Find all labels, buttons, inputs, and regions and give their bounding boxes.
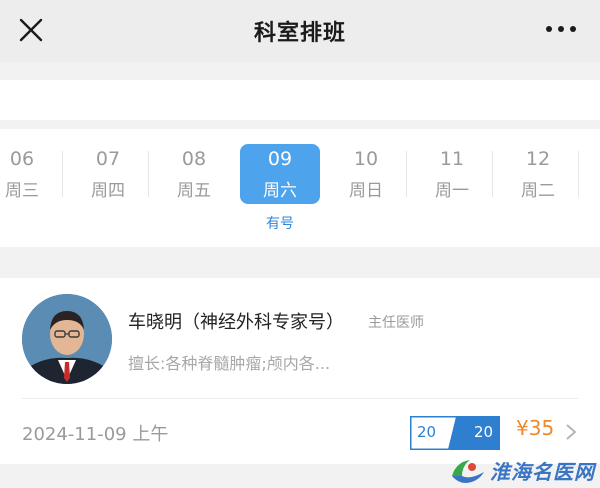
watermark-logo-icon	[452, 460, 484, 483]
watermark-text: 淮海名医网	[490, 460, 595, 484]
doctor-name: 车晓明（神经外科专家号）	[128, 312, 344, 333]
date-item[interactable]: 11 周一	[412, 144, 492, 204]
date-weekday: 周一	[435, 181, 469, 201]
date-number: 11	[439, 148, 465, 170]
date-weekday: 周日	[349, 181, 383, 201]
date-divider	[148, 151, 149, 197]
date-number: 12	[525, 148, 551, 170]
date-item[interactable]: 08 周五	[154, 144, 234, 204]
chevron-right-icon[interactable]	[564, 421, 578, 443]
site-watermark: 淮海名医网	[448, 452, 598, 486]
more-icon[interactable]	[544, 18, 578, 40]
slot-date: 2024-11-09 上午	[22, 424, 169, 445]
date-weekday: 周五	[177, 181, 211, 201]
doctor-title: 主任医师	[368, 315, 424, 331]
date-number: 07	[95, 148, 121, 170]
date-selector: 06 周三 07 周四 08 周五 09 周六 10 周日 11 周一 12 周…	[0, 129, 600, 247]
blank-section	[0, 80, 600, 120]
quota-remaining: 20	[417, 423, 437, 441]
date-item-selected[interactable]: 09 周六	[240, 144, 320, 204]
doctor-card[interactable]: 车晓明（神经外科专家号） 主任医师 擅长:各种脊髓肿瘤;颅内各... 2024-…	[0, 278, 600, 464]
quota-total: 20	[474, 423, 494, 441]
date-weekday: 周四	[91, 181, 125, 201]
date-number: 10	[353, 148, 379, 170]
top-bar: 科室排班	[0, 0, 600, 62]
date-item[interactable]: 07 周四	[68, 144, 148, 204]
quota-badge: 20 20	[410, 416, 500, 450]
date-number: 06	[9, 148, 35, 170]
date-divider	[492, 151, 493, 197]
doctor-specialty: 擅长:各种脊髓肿瘤;颅内各...	[128, 354, 331, 373]
date-divider	[406, 151, 407, 197]
page-title: 科室排班	[253, 21, 346, 46]
date-divider	[62, 151, 63, 197]
date-weekday: 周三	[5, 181, 39, 201]
date-weekday: 周六	[263, 181, 297, 201]
doctor-avatar	[22, 294, 112, 384]
availability-label: 有号	[266, 216, 294, 232]
price-label: ¥35	[516, 416, 555, 440]
date-item[interactable]: 10 周日	[326, 144, 406, 204]
date-weekday: 周二	[521, 181, 555, 201]
date-item[interactable]: 12 周二	[498, 144, 578, 204]
card-divider	[22, 398, 578, 399]
date-item[interactable]: 06 周三	[0, 144, 62, 204]
date-divider	[578, 151, 579, 197]
date-number: 08	[181, 148, 207, 170]
date-number: 09	[267, 148, 293, 170]
